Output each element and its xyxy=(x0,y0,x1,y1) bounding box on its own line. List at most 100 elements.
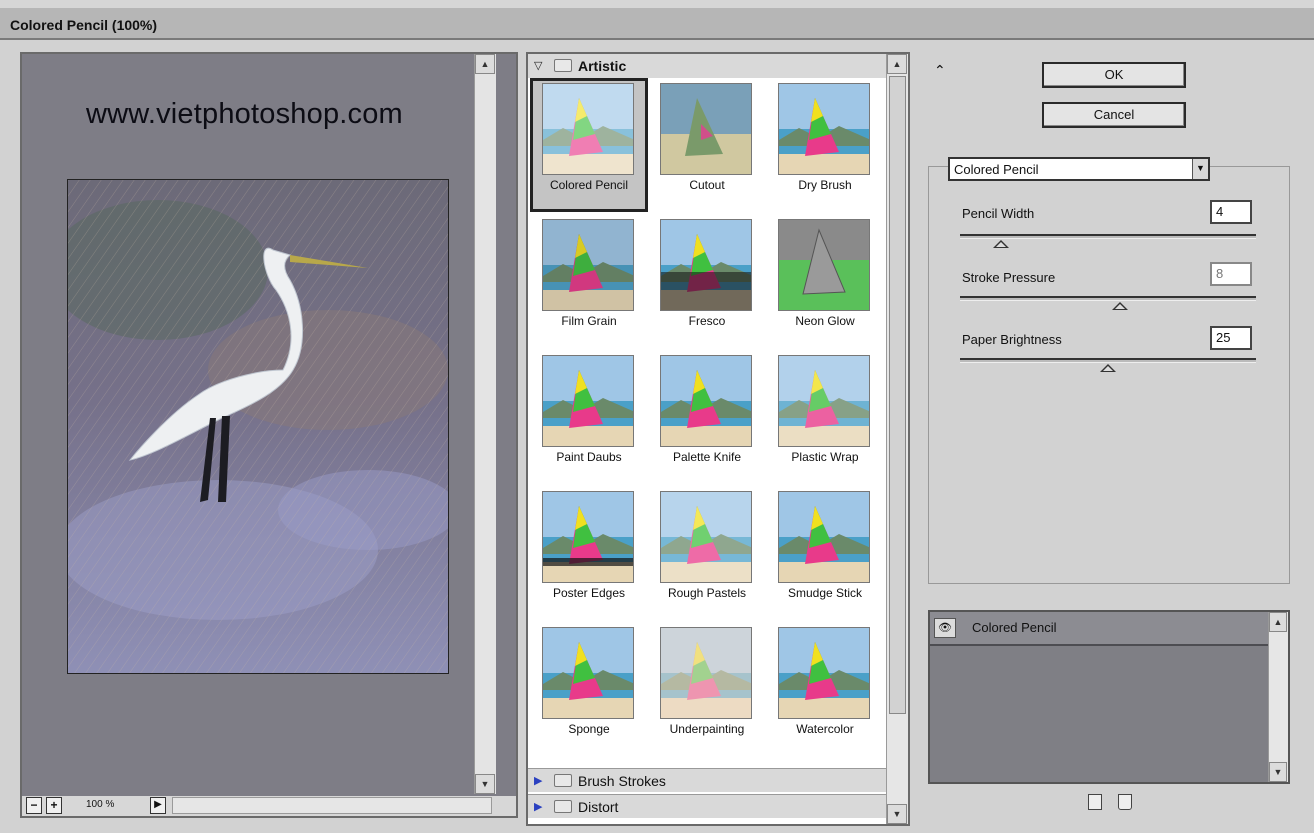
slider-thumb[interactable] xyxy=(1111,302,1128,310)
filter-thumb-poster-edges[interactable]: Poster Edges xyxy=(530,486,648,620)
filter-select[interactable]: Colored Pencil ▼ xyxy=(948,157,1210,181)
category-distort[interactable]: ▶ Distort xyxy=(528,794,886,818)
scroll-down-arrow-icon[interactable]: ▼ xyxy=(475,774,495,794)
scroll-down-arrow-icon[interactable]: ▼ xyxy=(1269,762,1287,782)
filter-thumb-dry-brush[interactable]: Dry Brush xyxy=(766,78,884,212)
scrollbar-thumb[interactable] xyxy=(889,76,906,714)
effect-layer-name: Colored Pencil xyxy=(972,620,1057,635)
filter-thumb-paint-daubs[interactable]: Paint Daubs xyxy=(530,350,648,484)
preview-vertical-scrollbar[interactable]: ▲ ▼ xyxy=(474,54,496,794)
filter-preview-image xyxy=(542,83,634,175)
filter-preview-image xyxy=(778,219,870,311)
filter-thumb-plastic-wrap[interactable]: Plastic Wrap xyxy=(766,350,884,484)
filter-label: Cutout xyxy=(689,178,725,192)
filter-gallery-dialog: www.vietphotoshop.com ▲ ▼ − + 100 % ▶ ▽ … xyxy=(0,40,1314,833)
filter-thumb-underpainting[interactable]: Underpainting xyxy=(648,622,766,756)
preview-canvas[interactable]: www.vietphotoshop.com ▲ ▼ xyxy=(22,54,496,794)
slider-thumb[interactable] xyxy=(993,240,1010,248)
filter-thumb-neon-glow[interactable]: Neon Glow xyxy=(766,214,884,348)
filter-label: Rough Pastels xyxy=(667,586,747,600)
scroll-up-arrow-icon[interactable]: ▲ xyxy=(1269,612,1287,632)
window-title-bar: Colored Pencil (100%) xyxy=(0,8,1314,40)
filter-label: Underpainting xyxy=(669,722,745,736)
filter-preview-image xyxy=(660,355,752,447)
layers-vertical-scrollbar[interactable]: ▲ ▼ xyxy=(1268,612,1288,782)
filter-settings-panel xyxy=(928,166,1290,584)
filter-label: Paint Daubs xyxy=(556,450,622,464)
filter-gallery-list: ▽ Artistic Colored Pencil Cutout Dry Bru… xyxy=(526,52,910,826)
paper-brightness-label: Paper Brightness xyxy=(962,332,1062,347)
scroll-down-arrow-icon[interactable]: ▼ xyxy=(887,804,907,824)
filter-label: Palette Knife xyxy=(672,450,742,464)
chevron-down-icon[interactable]: ▼ xyxy=(1192,159,1208,179)
effect-layers-list: 👁 Colored Pencil ▲ ▼ xyxy=(928,610,1290,784)
scroll-up-arrow-icon[interactable]: ▲ xyxy=(475,54,495,74)
zoom-menu-arrow-icon[interactable]: ▶ xyxy=(150,797,166,814)
zoom-in-button[interactable]: + xyxy=(46,797,62,814)
gallery-vertical-scrollbar[interactable]: ▲ ▼ xyxy=(886,54,908,824)
filter-preview-image xyxy=(660,627,752,719)
watermark-text: www.vietphotoshop.com xyxy=(86,98,403,130)
filter-preview-image xyxy=(778,491,870,583)
category-name: Distort xyxy=(578,799,619,815)
folder-icon xyxy=(554,774,572,787)
filter-label: Watercolor xyxy=(796,722,854,736)
filter-label: Colored Pencil xyxy=(549,178,629,192)
filter-thumb-watercolor[interactable]: Watercolor xyxy=(766,622,884,756)
filter-preview-image xyxy=(778,355,870,447)
scroll-up-arrow-icon[interactable]: ▲ xyxy=(887,54,907,74)
stroke-pressure-input[interactable]: 8 xyxy=(1210,262,1252,286)
filter-preview-image xyxy=(542,355,634,447)
filter-preview-image xyxy=(660,491,752,583)
filter-thumb-colored-pencil[interactable]: Colored Pencil xyxy=(530,78,648,212)
filter-preview-image xyxy=(660,83,752,175)
folder-icon xyxy=(554,800,572,813)
filter-label: Sponge xyxy=(568,722,610,736)
cancel-button[interactable]: Cancel xyxy=(1042,102,1186,128)
preview-horizontal-scrollbar[interactable] xyxy=(172,797,492,814)
filter-thumb-cutout[interactable]: Cutout xyxy=(648,78,766,212)
slider-thumb[interactable] xyxy=(1100,364,1116,372)
filter-preview-image xyxy=(542,219,634,311)
filter-thumb-rough-pastels[interactable]: Rough Pastels xyxy=(648,486,766,620)
category-name: Artistic xyxy=(578,58,627,74)
window-title: Colored Pencil (100%) xyxy=(10,17,158,33)
double-chevron-up-icon[interactable]: ⌃ xyxy=(934,62,946,79)
trash-icon[interactable] xyxy=(1118,794,1132,810)
filter-preview-image xyxy=(660,219,752,311)
eye-icon[interactable]: 👁 xyxy=(934,618,956,638)
pencil-width-label: Pencil Width xyxy=(962,206,1035,221)
category-name: Brush Strokes xyxy=(578,773,666,789)
filter-preview-image xyxy=(778,83,870,175)
filter-thumbnail-grid: Colored Pencil Cutout Dry Brush Film Gra… xyxy=(528,78,886,766)
filter-label: Dry Brush xyxy=(798,178,852,192)
filter-thumb-palette-knife[interactable]: Palette Knife xyxy=(648,350,766,484)
folder-icon xyxy=(554,59,572,72)
pencil-width-input[interactable]: 4 xyxy=(1210,200,1252,224)
filter-label: Neon Glow xyxy=(795,314,855,328)
collapsed-triangle-icon: ▶ xyxy=(534,775,543,787)
collapsed-triangle-icon: ▶ xyxy=(534,801,543,813)
pencil-width-slider[interactable] xyxy=(960,234,1256,248)
filter-label: Film Grain xyxy=(561,314,617,328)
stroke-pressure-label: Stroke Pressure xyxy=(962,270,1056,285)
filter-thumb-sponge[interactable]: Sponge xyxy=(530,622,648,756)
filter-label: Smudge Stick xyxy=(787,586,863,600)
new-effect-layer-icon[interactable] xyxy=(1088,794,1102,810)
filter-thumb-fresco[interactable]: Fresco xyxy=(648,214,766,348)
zoom-out-button[interactable]: − xyxy=(26,797,42,814)
ok-button[interactable]: OK xyxy=(1042,62,1186,88)
filter-thumb-film-grain[interactable]: Film Grain xyxy=(530,214,648,348)
filter-preview-image xyxy=(542,491,634,583)
paper-brightness-slider[interactable] xyxy=(960,358,1256,372)
expanded-triangle-icon: ▽ xyxy=(534,60,543,72)
stroke-pressure-slider[interactable] xyxy=(960,296,1256,310)
category-artistic[interactable]: ▽ Artistic xyxy=(528,54,886,78)
preview-panel: www.vietphotoshop.com ▲ ▼ − + 100 % ▶ xyxy=(20,52,518,818)
filter-preview-image xyxy=(542,627,634,719)
filter-thumb-smudge-stick[interactable]: Smudge Stick xyxy=(766,486,884,620)
effect-layer-row[interactable]: 👁 Colored Pencil xyxy=(930,612,1268,646)
category-brush-strokes[interactable]: ▶ Brush Strokes xyxy=(528,768,886,792)
paper-brightness-input[interactable]: 25 xyxy=(1210,326,1252,350)
filter-label: Fresco xyxy=(688,314,726,328)
